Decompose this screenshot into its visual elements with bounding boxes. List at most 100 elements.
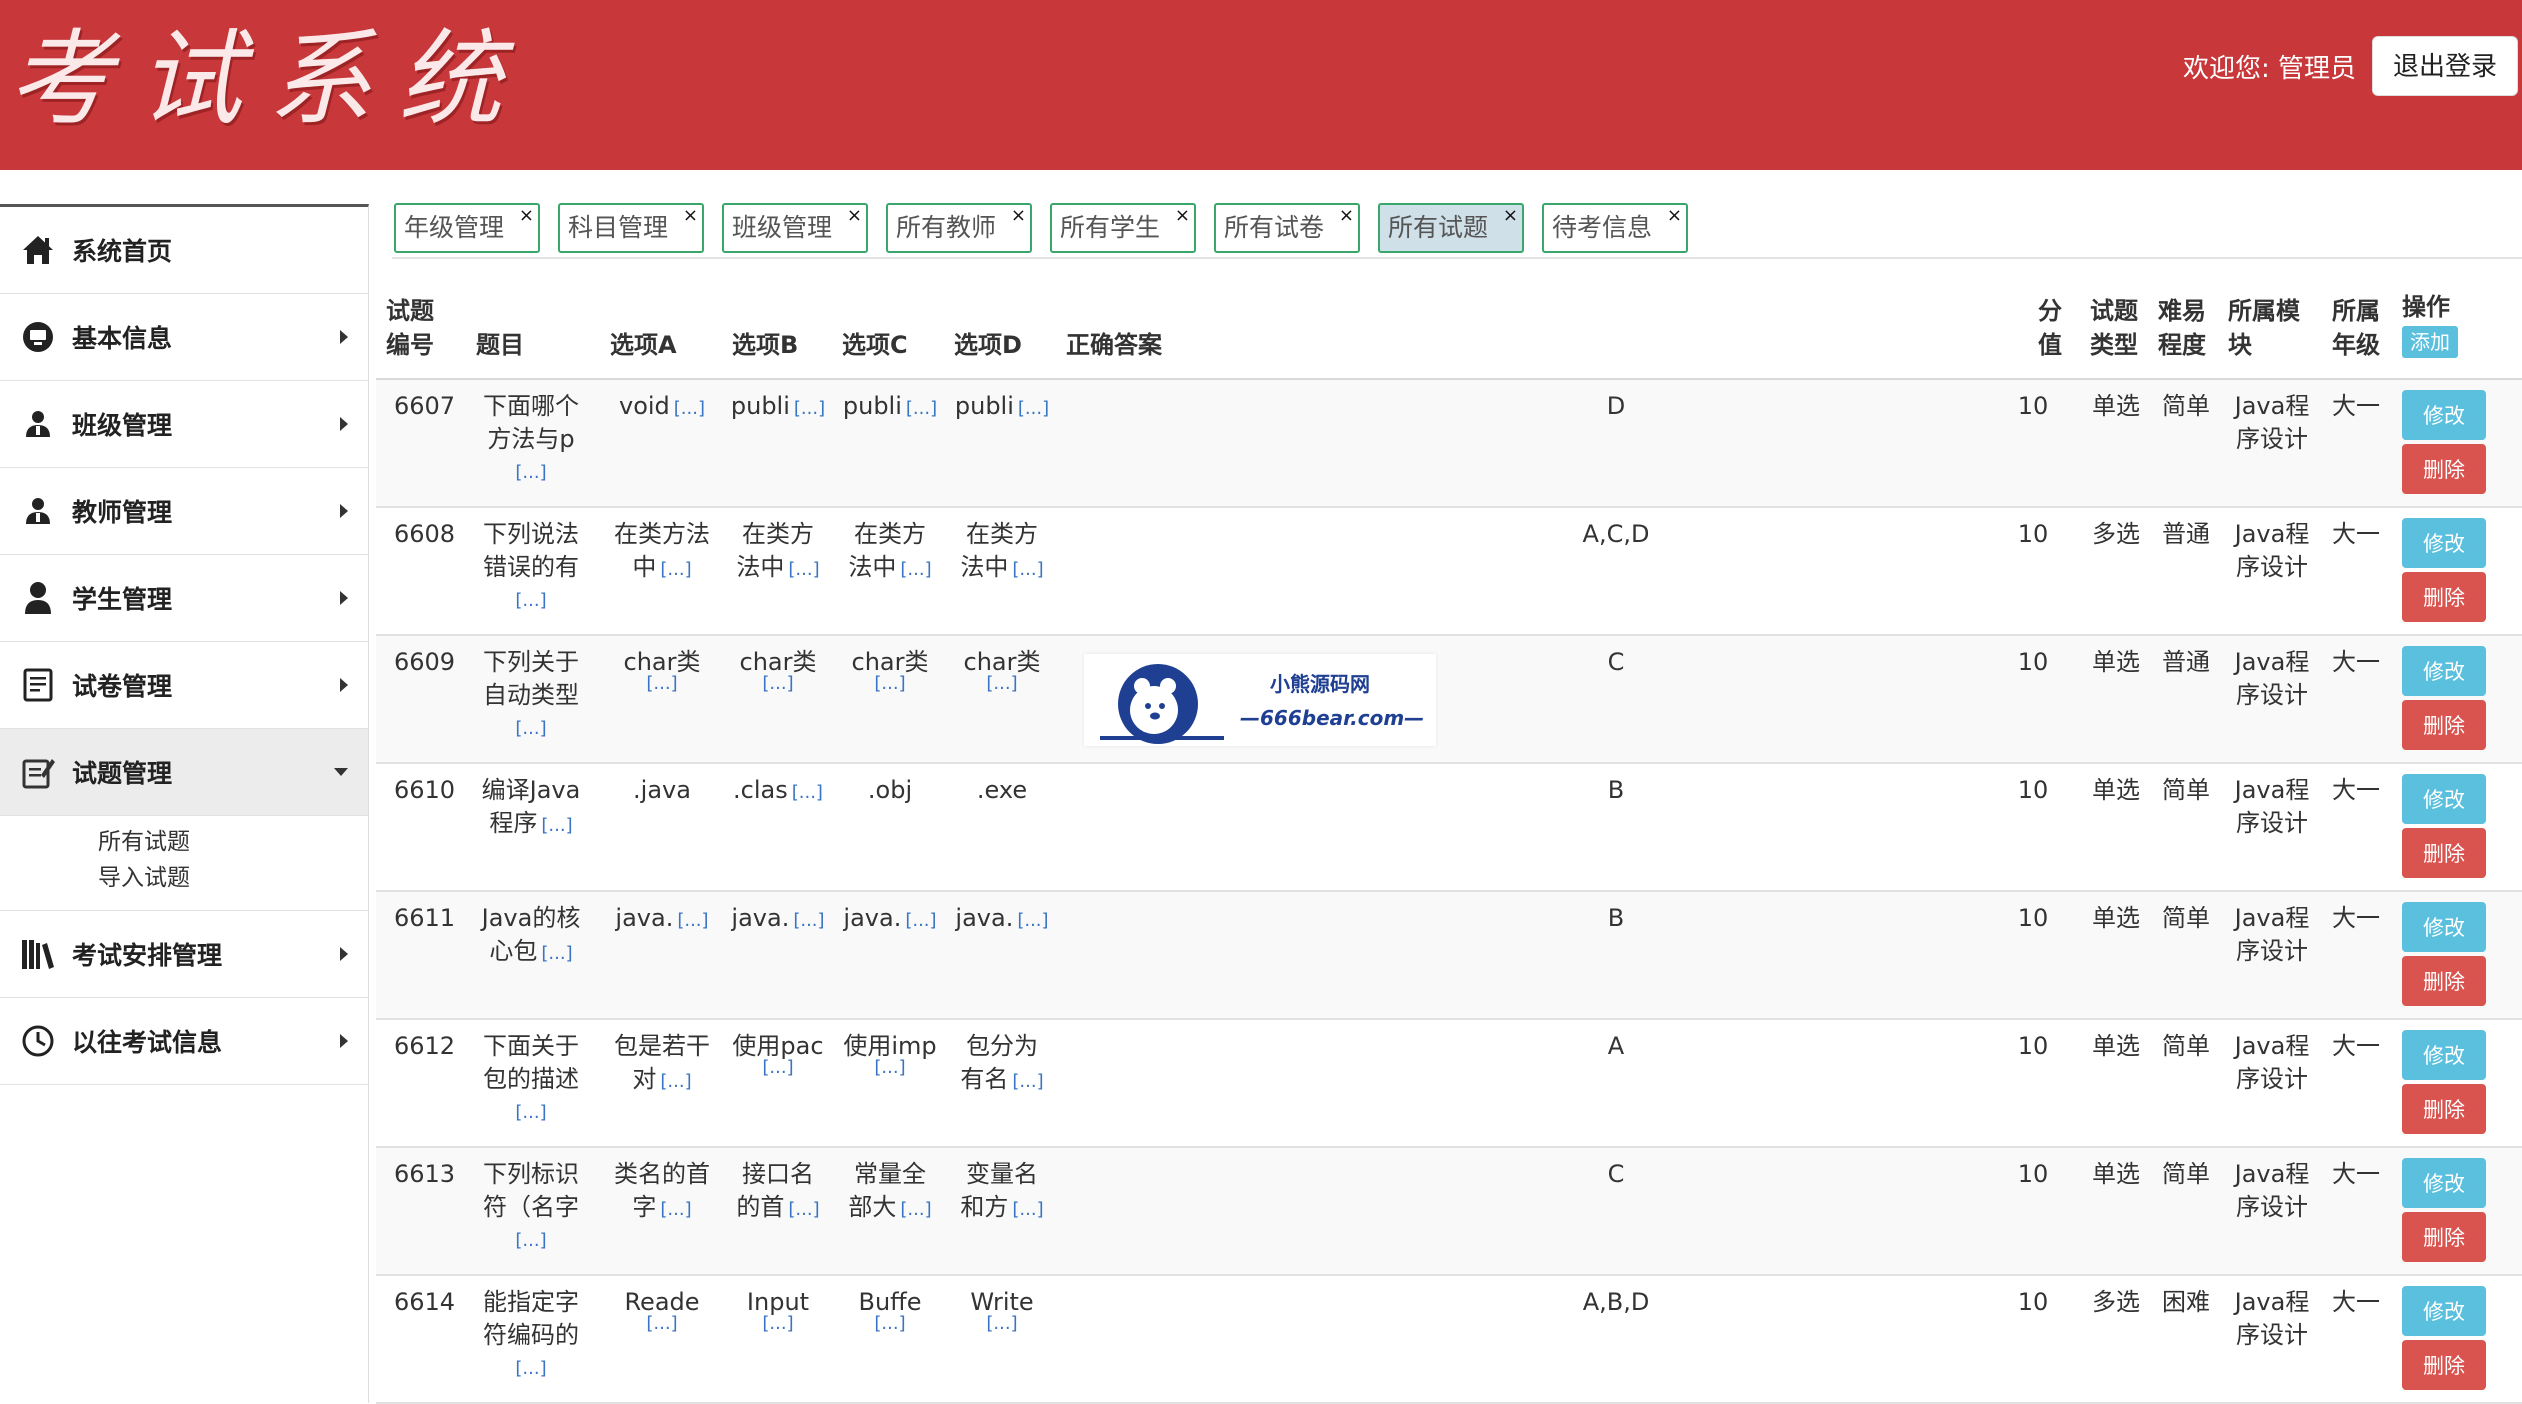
more-link[interactable]: [...] <box>606 1307 718 1340</box>
tab-all-students[interactable]: 所有学生 × <box>1050 203 1196 253</box>
more-link[interactable]: [...] <box>722 1307 834 1340</box>
more-link[interactable]: [...] <box>476 1352 586 1385</box>
option-b-cell: 使用pac [...] <box>722 1030 834 1084</box>
sidebar-item-home[interactable]: 系统首页 <box>0 207 368 294</box>
submenu-item-all-questions[interactable]: 所有试题 <box>98 824 368 860</box>
sidebar-item-exam-schedule[interactable]: 考试安排管理 <box>0 911 368 998</box>
option-text: publi <box>842 392 902 420</box>
sidebar-item-class-management[interactable]: 班级管理 <box>0 381 368 468</box>
sidebar-item-teacher-management[interactable]: 教师管理 <box>0 468 368 555</box>
caret-right-icon <box>340 417 348 431</box>
more-link[interactable]: [...] <box>905 910 936 931</box>
more-link[interactable]: [...] <box>476 456 586 489</box>
delete-button[interactable]: 删除 <box>2402 1084 2486 1134</box>
delete-button[interactable]: 删除 <box>2402 1212 2486 1262</box>
option-a-cell: 包是若干对 [...] <box>606 1030 718 1098</box>
question-id: 6613 <box>394 1160 456 1188</box>
question-title-line: 下面关于 <box>483 1032 579 1060</box>
more-link[interactable]: [...] <box>660 1071 691 1092</box>
tab-all-papers[interactable]: 所有试卷 × <box>1214 203 1360 253</box>
module-text: 序设计 <box>2236 1193 2308 1221</box>
question-title-line: 下列标识 <box>483 1160 579 1188</box>
option-text: .obj <box>867 776 913 804</box>
more-link[interactable]: [...] <box>1017 910 1048 931</box>
submenu-item-import-questions[interactable]: 导入试题 <box>98 860 368 896</box>
monitor-icon <box>18 317 58 357</box>
tab-all-teachers[interactable]: 所有教师 × <box>886 203 1032 253</box>
edit-button[interactable]: 修改 <box>2402 774 2486 824</box>
sidebar-item-basic-info[interactable]: 基本信息 <box>0 294 368 381</box>
close-icon[interactable]: × <box>1667 193 1682 239</box>
more-link[interactable]: [...] <box>660 1199 691 1220</box>
tab-subject-management[interactable]: 科目管理 × <box>558 203 704 253</box>
close-icon[interactable]: × <box>847 193 862 239</box>
close-icon[interactable]: × <box>519 193 534 239</box>
more-link[interactable]: [...] <box>1012 1199 1043 1220</box>
sidebar-item-question-management[interactable]: 试题管理 <box>0 729 368 816</box>
more-link[interactable]: [...] <box>792 782 823 803</box>
more-link[interactable]: [...] <box>793 910 824 931</box>
tab-grade-management[interactable]: 年级管理 × <box>394 203 540 253</box>
delete-button[interactable]: 删除 <box>2402 956 2486 1006</box>
more-link[interactable]: [...] <box>834 1307 946 1340</box>
sidebar-item-student-management[interactable]: 学生管理 <box>0 555 368 642</box>
more-link[interactable]: [...] <box>476 712 586 745</box>
edit-button[interactable]: 修改 <box>2402 518 2486 568</box>
sidebar-item-past-exams[interactable]: 以往考试信息 <box>0 998 368 1085</box>
difficulty: 困难 <box>2162 1288 2210 1316</box>
more-link[interactable]: [...] <box>946 1307 1058 1340</box>
edit-button[interactable]: 修改 <box>2402 902 2486 952</box>
tab-all-questions[interactable]: 所有试题 × <box>1378 203 1524 253</box>
close-icon[interactable]: × <box>1011 193 1026 239</box>
add-question-button[interactable]: 添加 <box>2402 326 2458 358</box>
logout-button[interactable]: 退出登录 <box>2372 36 2518 96</box>
question-title-cell: 编译Java 程序 [...] <box>476 774 586 842</box>
close-icon[interactable]: × <box>1503 193 1518 239</box>
difficulty: 简单 <box>2162 1032 2210 1060</box>
delete-button[interactable]: 删除 <box>2402 572 2486 622</box>
tab-class-management[interactable]: 班级管理 × <box>722 203 868 253</box>
delete-button[interactable]: 删除 <box>2402 700 2486 750</box>
tab-pending-exams[interactable]: 待考信息 × <box>1542 203 1688 253</box>
more-link[interactable]: [...] <box>1018 398 1049 419</box>
edit-button[interactable]: 修改 <box>2402 646 2486 696</box>
more-link[interactable]: [...] <box>788 559 819 580</box>
close-icon[interactable]: × <box>1175 193 1190 239</box>
more-link[interactable]: [...] <box>541 815 572 836</box>
more-link[interactable]: [...] <box>794 398 825 419</box>
more-link[interactable]: [...] <box>906 398 937 419</box>
more-link[interactable]: [...] <box>660 559 691 580</box>
more-link[interactable]: [...] <box>1012 1071 1043 1092</box>
delete-button[interactable]: 删除 <box>2402 828 2486 878</box>
module-text: 序设计 <box>2236 553 2308 581</box>
more-link[interactable]: [...] <box>900 559 931 580</box>
edit-button[interactable]: 修改 <box>2402 1030 2486 1080</box>
option-text: 在类方 <box>854 520 926 548</box>
more-link[interactable]: [...] <box>788 1199 819 1220</box>
module-cell: Java程 序设计 <box>2222 1030 2322 1096</box>
edit-button[interactable]: 修改 <box>2402 1158 2486 1208</box>
more-link[interactable]: [...] <box>476 1096 586 1129</box>
more-link[interactable]: [...] <box>674 398 705 419</box>
sidebar-item-paper-management[interactable]: 试卷管理 <box>0 642 368 729</box>
edit-button[interactable]: 修改 <box>2402 390 2486 440</box>
option-d-cell: Write [...] <box>946 1286 1058 1340</box>
more-link[interactable]: [...] <box>476 584 586 617</box>
option-text: 中 <box>632 553 657 581</box>
close-icon[interactable]: × <box>683 193 698 239</box>
edit-button[interactable]: 修改 <box>2402 1286 2486 1336</box>
more-link[interactable]: [...] <box>900 1199 931 1220</box>
more-link[interactable]: [...] <box>476 1224 586 1257</box>
delete-button[interactable]: 删除 <box>2402 1340 2486 1390</box>
delete-button[interactable]: 删除 <box>2402 444 2486 494</box>
more-link[interactable]: [...] <box>677 910 708 931</box>
score: 10 <box>2017 520 2049 548</box>
more-link[interactable]: [...] <box>1012 559 1043 580</box>
caret-right-icon <box>340 947 348 961</box>
option-a-cell: 类名的首字 [...] <box>606 1158 718 1226</box>
home-icon <box>18 230 58 270</box>
more-link[interactable]: [...] <box>541 943 572 964</box>
option-text: 法中 <box>960 553 1009 581</box>
close-icon[interactable]: × <box>1339 193 1354 239</box>
sidebar: 系统首页 基本信息 班级管理 教师管理 学生管理 试卷管理 试题管理 所有试题 … <box>0 204 369 1403</box>
